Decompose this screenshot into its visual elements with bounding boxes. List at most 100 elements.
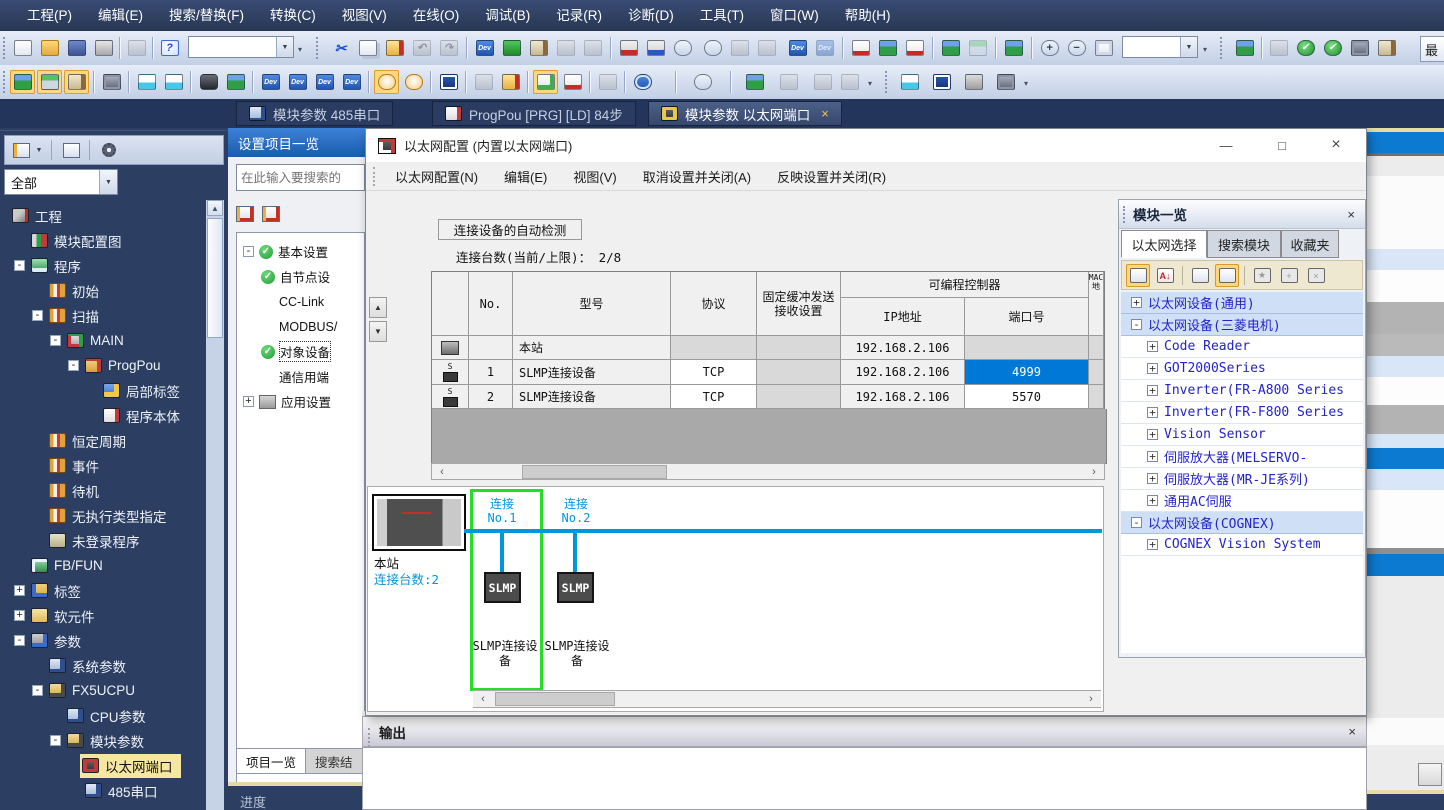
nav-item-initial[interactable]: 初始	[2, 278, 206, 303]
scroll-left-icon[interactable]: ‹	[434, 465, 450, 479]
module-tool-icon[interactable]	[993, 70, 1018, 94]
module-chip-icon[interactable]	[99, 70, 124, 94]
tab-module-param-ethernet[interactable]: 模块参数 以太网端口 ×	[648, 101, 842, 126]
device-comment-icon[interactable]: Dev	[472, 36, 497, 60]
text-gray-icon[interactable]	[776, 70, 801, 94]
nav-item-event[interactable]: 事件	[2, 453, 206, 478]
nav-item-module-param[interactable]: -模块参数	[2, 728, 206, 753]
menu-debug[interactable]: 调试(B)	[472, 0, 543, 31]
expander-icon[interactable]: +	[1147, 341, 1158, 352]
slmp-device-2[interactable]: SLMP	[557, 572, 594, 603]
watch-window-icon[interactable]	[401, 70, 426, 94]
setting-search-input[interactable]	[236, 164, 365, 191]
nav-item-fbfun[interactable]: FB/FUN	[2, 553, 206, 578]
device-display-off-icon[interactable]: Dev	[812, 36, 837, 60]
setting-item-target-device[interactable]: ✓对象设备	[261, 339, 330, 364]
expander-icon[interactable]: -	[1131, 517, 1142, 528]
target-select-combobox[interactable]: ▼	[188, 36, 294, 58]
ladder-edit-icon[interactable]	[1001, 36, 1026, 60]
scrollbar-thumb[interactable]	[522, 465, 667, 479]
module-item[interactable]: +Code Reader	[1121, 336, 1363, 358]
cell-port[interactable]: 5570	[965, 385, 1089, 409]
maximize-button[interactable]: 最	[1420, 36, 1444, 62]
expand-tree-icon[interactable]	[1215, 264, 1239, 287]
nav-item-fx5ucpu[interactable]: -FX5UCPU	[2, 678, 206, 703]
scrollbar-thumb[interactable]	[495, 692, 615, 706]
monitor-stop-icon[interactable]	[902, 36, 927, 60]
undo-icon[interactable]: ↶	[409, 36, 434, 60]
device-view-3-icon[interactable]: Dev	[312, 70, 337, 94]
panel-grip[interactable]	[1123, 206, 1129, 223]
nav-item-unregistered[interactable]: 未登录程序	[2, 528, 206, 553]
expander-icon[interactable]: +	[1147, 407, 1158, 418]
expander-icon[interactable]: -	[50, 335, 61, 346]
tab-search-module[interactable]: 搜索模块	[1207, 230, 1281, 258]
close-icon[interactable]: ×	[1348, 717, 1356, 746]
toolbar-grip[interactable]	[3, 71, 9, 93]
read-from-plc-icon[interactable]	[643, 36, 668, 60]
check-program-1-icon[interactable]: ✓	[1293, 36, 1318, 60]
cell-model[interactable]: SLMP连接设备	[513, 385, 671, 409]
row-1-icon-cell[interactable]: S	[432, 360, 469, 385]
expander-icon[interactable]: -	[50, 735, 61, 746]
window-gray-icon[interactable]	[810, 70, 835, 94]
expand-all-icon[interactable]	[236, 206, 254, 222]
zoom-out-icon[interactable]: −	[1064, 36, 1089, 60]
redo-icon[interactable]: ↷	[436, 36, 461, 60]
setting-item-basic[interactable]: -✓基本设置	[243, 239, 328, 264]
nav-item-device[interactable]: +软元件	[2, 603, 206, 628]
combo-arrow-icon[interactable]: ▼	[1180, 37, 1197, 57]
nav-item-ethernet-port[interactable]: 以太网端口	[2, 753, 206, 778]
menu-search-replace[interactable]: 搜索/替换(F)	[156, 0, 257, 31]
toolbar-grip[interactable]	[316, 37, 322, 59]
expander-icon[interactable]: +	[1147, 429, 1158, 440]
menu-edit[interactable]: 编辑(E)	[85, 0, 156, 31]
close-button[interactable]: ×	[1314, 129, 1358, 161]
grid-1-icon[interactable]	[471, 70, 496, 94]
device-find-icon[interactable]	[727, 36, 752, 60]
nav-item-program-body[interactable]: 程序本体	[2, 403, 206, 428]
menu-ethernet-config[interactable]: 以太网配置(N)	[384, 167, 489, 186]
cell-model[interactable]: SLMP连接设备	[513, 360, 671, 385]
menu-diagnostics[interactable]: 诊断(D)	[615, 0, 687, 31]
find-binoculars-icon[interactable]	[196, 70, 221, 94]
statement-display-icon[interactable]	[134, 70, 159, 94]
check-program-2-icon[interactable]: ✓	[1320, 36, 1345, 60]
nav-item-standby[interactable]: 待机	[2, 478, 206, 503]
tab-item-list[interactable]: 项目一览	[236, 748, 306, 774]
single-tree-icon[interactable]	[59, 139, 83, 161]
toolbar-grip[interactable]	[1220, 37, 1226, 59]
zoom-in-icon[interactable]: +	[1037, 36, 1062, 60]
hardware-pencil-icon[interactable]	[64, 70, 89, 94]
device-list-icon[interactable]	[580, 36, 605, 60]
cell-protocol[interactable]: TCP	[671, 360, 757, 385]
host-plc-image[interactable]	[372, 494, 466, 551]
module-category[interactable]: -以太网设备(三菱电机)	[1121, 314, 1363, 336]
expander-icon[interactable]: -	[1131, 319, 1142, 330]
module-item[interactable]: +Vision Sensor	[1121, 424, 1363, 446]
setting-item-comm-port[interactable]: 通信用端	[279, 364, 329, 389]
module-item[interactable]: +GOT2000Series	[1121, 358, 1363, 380]
expander-icon[interactable]: +	[14, 585, 25, 596]
cut-icon[interactable]: ✂	[328, 36, 353, 60]
frame-view-icon[interactable]	[929, 70, 954, 94]
diagram-hscrollbar[interactable]: ‹ ›	[473, 690, 1101, 708]
magnifier-icon[interactable]	[690, 70, 715, 94]
blank-square-icon[interactable]	[1266, 36, 1291, 60]
menu-apply-close[interactable]: 反映设置并关闭(R)	[766, 167, 897, 186]
nav-item-module-config[interactable]: 模块配置图	[2, 228, 206, 253]
delete-favorite-icon[interactable]: ×	[1304, 264, 1328, 287]
window-cascade-icon[interactable]	[938, 36, 963, 60]
cross-reference-icon[interactable]	[553, 36, 578, 60]
stamp-icon[interactable]	[124, 36, 149, 60]
cell-ip[interactable]: 192.168.2.106	[841, 336, 965, 360]
tool-gray-icon[interactable]	[595, 70, 620, 94]
paste-icon[interactable]	[382, 36, 407, 60]
element-select-window-icon[interactable]	[37, 70, 62, 94]
nav-item-progpou[interactable]: -ProgPou	[2, 353, 206, 378]
table-hscrollbar[interactable]: ‹ ›	[431, 463, 1105, 480]
nav-item-local-label[interactable]: 局部标签	[2, 378, 206, 403]
new-document-icon[interactable]	[10, 36, 35, 60]
doc-gray-icon[interactable]	[837, 70, 862, 94]
expander-icon[interactable]: -	[14, 260, 25, 271]
